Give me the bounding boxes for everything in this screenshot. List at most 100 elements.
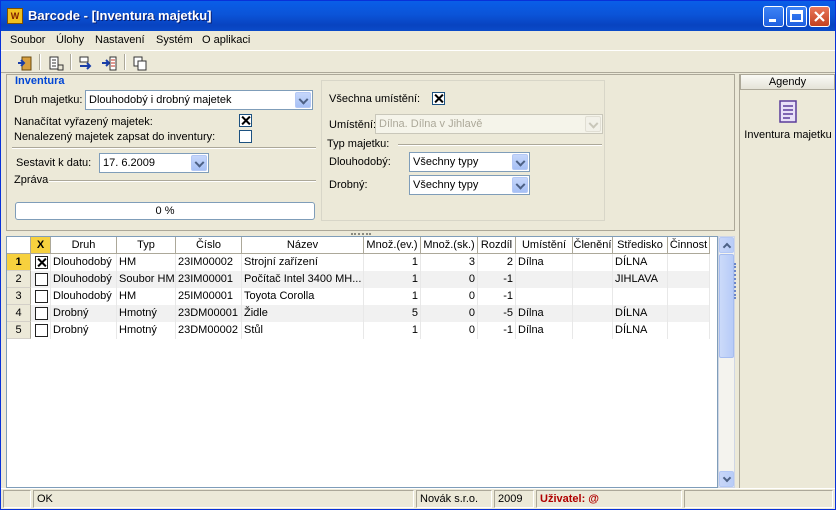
menu-o-aplikaci[interactable]: O aplikaci xyxy=(202,34,250,46)
row-checkbox[interactable] xyxy=(35,256,48,269)
col-header-check[interactable]: X xyxy=(31,237,51,254)
location-group: Všechna umístění: Umístění: Dílna. Dílna… xyxy=(321,80,605,221)
row-checkbox-cell[interactable] xyxy=(31,254,51,271)
chevron-down-icon[interactable] xyxy=(512,177,528,193)
row-checkbox[interactable] xyxy=(35,324,48,337)
exit-button[interactable] xyxy=(13,53,35,72)
cell-typ: HM xyxy=(117,254,176,271)
list-button[interactable] xyxy=(44,53,66,72)
table-scrollbar[interactable] xyxy=(718,236,735,488)
nacitat-vyrazeny-checkbox[interactable] xyxy=(239,114,252,127)
cell-n: 4 xyxy=(7,305,31,322)
cell-ev: 1 xyxy=(364,322,421,339)
col-header-mnoz-sk[interactable]: Množ.(sk.) xyxy=(421,237,478,254)
col-header-cinnost[interactable]: Činnost xyxy=(668,237,710,254)
row-checkbox-cell[interactable] xyxy=(31,271,51,288)
transfer-button[interactable] xyxy=(75,53,97,72)
row-checkbox[interactable] xyxy=(35,273,48,286)
col-header-rozdil[interactable]: Rozdíl xyxy=(478,237,516,254)
import-button[interactable] xyxy=(98,53,120,72)
agendy-resize-grip[interactable] xyxy=(734,263,738,299)
umisteni-select[interactable]: Dílna. Dílna v Jihlavě xyxy=(375,114,603,134)
col-header-mnoz-ev[interactable]: Množ.(ev.) xyxy=(364,237,421,254)
progress-bar: 0 % xyxy=(15,202,315,220)
scroll-thumb[interactable] xyxy=(719,254,734,358)
cell-cinnost xyxy=(668,254,710,271)
nenalezeny-checkbox[interactable] xyxy=(239,130,252,143)
zprava-label: Zpráva xyxy=(14,174,49,186)
col-header-rownum xyxy=(7,237,31,254)
table-row[interactable]: 3 Dlouhodobý HM 25IM00001 Toyota Corolla 1 0 -1 xyxy=(7,288,710,305)
col-header-nazev[interactable]: Název xyxy=(242,237,364,254)
cell-rozdil: -5 xyxy=(478,305,516,322)
col-header-umisteni[interactable]: Umístění xyxy=(516,237,573,254)
table-row[interactable]: 4 Drobný Hmotný 23DM00001 Židle 5 0 -5 Dílna DÍLN… xyxy=(7,305,710,322)
menu-ulohy[interactable]: Úlohy xyxy=(56,34,84,46)
minimize-button[interactable] xyxy=(763,6,784,27)
cell-druh: Dlouhodobý xyxy=(51,288,117,305)
cell-cinnost xyxy=(668,305,710,322)
col-header-druh[interactable]: Druh xyxy=(51,237,117,254)
cell-n: 5 xyxy=(7,322,31,339)
transfer-arrows-icon xyxy=(79,56,92,70)
cell-sk: 0 xyxy=(421,288,478,305)
cell-sk: 0 xyxy=(421,305,478,322)
scroll-up-button[interactable] xyxy=(719,237,734,253)
cell-typ: Hmotný xyxy=(117,322,176,339)
status-company: Novák s.r.o. xyxy=(416,490,492,508)
copy-button[interactable] xyxy=(129,53,151,72)
scroll-down-button[interactable] xyxy=(719,471,734,487)
chevron-down-icon[interactable] xyxy=(191,155,207,171)
document-list-icon xyxy=(49,56,64,71)
cell-cleneni xyxy=(573,271,613,288)
row-checkbox-cell[interactable] xyxy=(31,322,51,339)
col-header-typ[interactable]: Typ xyxy=(117,237,176,254)
agendy-header: Agendy xyxy=(740,74,835,90)
table-row[interactable]: 5 Drobný Hmotný 23DM00002 Stůl 1 0 -1 Dílna DÍLNA xyxy=(7,322,710,339)
maximize-button[interactable] xyxy=(786,6,807,27)
col-header-stredisko[interactable]: Středisko xyxy=(613,237,668,254)
cell-n: 1 xyxy=(7,254,31,271)
vsechna-umisteni-checkbox[interactable] xyxy=(432,92,445,105)
drobny-label: Drobný: xyxy=(329,179,368,191)
cell-sk: 0 xyxy=(421,271,478,288)
cell-cleneni xyxy=(573,305,613,322)
cell-druh: Dlouhodobý xyxy=(51,271,117,288)
title-bar[interactable]: W Barcode - [Inventura majetku] xyxy=(1,1,835,31)
cell-nazev: Počítač Intel 3400 MH... xyxy=(242,271,364,288)
table-row[interactable]: 1 Dlouhodobý HM 23IM00002 Strojní zařízení 1 3… xyxy=(7,254,710,271)
row-checkbox[interactable] xyxy=(35,307,48,320)
row-checkbox-cell[interactable] xyxy=(31,288,51,305)
menu-soubor[interactable]: Soubor xyxy=(10,34,45,46)
cell-druh: Drobný xyxy=(51,305,117,322)
druh-majetku-select[interactable]: Dlouhodobý i drobný majetek xyxy=(85,90,313,110)
chevron-down-icon[interactable] xyxy=(512,154,528,170)
table-row[interactable]: 2 Dlouhodobý Soubor HM 23IM00001 Počítač Int… xyxy=(7,271,710,288)
menu-system[interactable]: Systém xyxy=(156,34,193,46)
sestavit-k-datu-picker[interactable]: 17. 6.2009 xyxy=(99,153,209,173)
status-text: OK xyxy=(33,490,414,508)
cell-nazev: Toyota Corolla xyxy=(242,288,364,305)
cell-ev: 1 xyxy=(364,288,421,305)
col-header-cleneni[interactable]: Členění xyxy=(573,237,613,254)
cell-typ: Hmotný xyxy=(117,305,176,322)
cell-typ: HM xyxy=(117,288,176,305)
cell-rozdil: 2 xyxy=(478,254,516,271)
dlouhodoby-select[interactable]: Všechny typy xyxy=(409,152,530,172)
cell-typ: Soubor HM xyxy=(117,271,176,288)
cell-umisteni xyxy=(516,271,573,288)
row-checkbox-cell[interactable] xyxy=(31,305,51,322)
toolbar xyxy=(1,50,835,73)
agendy-panel: Agendy Inventura majetku xyxy=(739,74,835,488)
agenda-inventura-majetku[interactable]: Inventura majetku xyxy=(740,100,836,141)
row-checkbox[interactable] xyxy=(35,290,48,303)
drobny-select[interactable]: Všechny typy xyxy=(409,175,530,195)
chevron-down-icon[interactable] xyxy=(295,92,311,108)
col-header-cislo[interactable]: Číslo xyxy=(176,237,242,254)
close-button[interactable] xyxy=(809,6,830,27)
cell-ev: 5 xyxy=(364,305,421,322)
vsechna-umisteni-label: Všechna umístění: xyxy=(329,93,421,105)
menu-nastaveni[interactable]: Nastavení xyxy=(95,34,145,46)
cell-cislo: 25IM00001 xyxy=(176,288,242,305)
cell-umisteni xyxy=(516,288,573,305)
